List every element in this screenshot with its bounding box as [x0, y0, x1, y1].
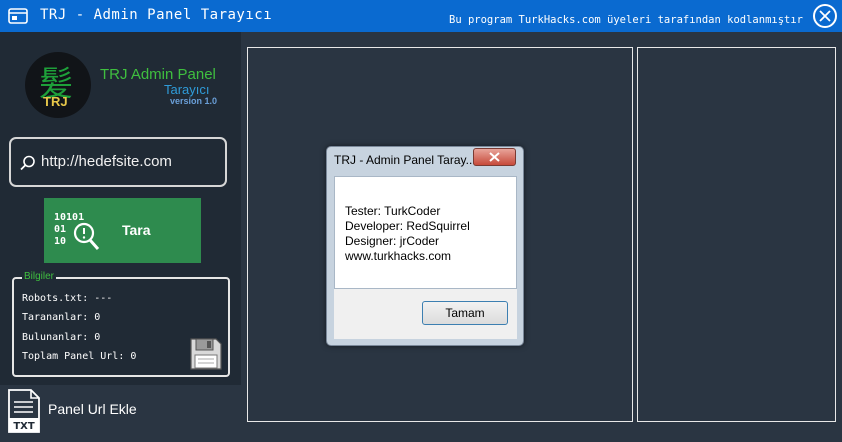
robots-status: Robots.txt: --- [22, 293, 113, 304]
logo-badge: TRJ [43, 94, 68, 109]
txt-file-icon: TXT [8, 389, 40, 433]
info-group: Bilgiler Robots.txt: --- Tarananlar: 0 B… [12, 271, 230, 377]
add-panel-url-label: Panel Url Ekle [48, 401, 137, 417]
dialog-designer: Designer: jrCoder [345, 234, 440, 248]
dialog-developer: Developer: RedSquirrel [345, 219, 470, 233]
dialog-tester: Tester: TurkCoder [345, 204, 441, 218]
close-icon [819, 10, 831, 22]
close-icon [489, 152, 500, 162]
app-icon [8, 8, 28, 24]
scan-button[interactable]: 10101 01 10 Tara [44, 198, 201, 263]
window-title: TRJ - Admin Panel Tarayıcı [40, 7, 273, 23]
ok-button[interactable]: Tamam [422, 301, 508, 325]
scanned-count: Tarananlar: 0 [22, 312, 101, 323]
binary-search-icon: 10101 01 10 [54, 212, 100, 250]
txt-icon-label: TXT [13, 421, 35, 432]
dialog-website: www.turkhacks.com [345, 249, 452, 263]
dialog-content: Tester: TurkCoder Developer: RedSquirrel… [334, 176, 517, 289]
url-input-box[interactable] [9, 137, 227, 187]
brand-version: version 1.0 [170, 96, 218, 106]
title-bar: TRJ - Admin Panel Tarayıcı Bu program Tu… [0, 0, 842, 32]
window-subtitle: Bu program TurkHacks.com üyeleri tarafın… [449, 14, 804, 26]
brand-name: TRJ Admin Panel [100, 66, 216, 83]
svg-text:10: 10 [54, 236, 66, 247]
sidebar: 髪 TRJ TRJ Admin Panel Tarayıcı version 1… [0, 32, 241, 442]
floppy-disk-icon[interactable] [189, 337, 223, 371]
info-legend: Bilgiler [22, 271, 57, 282]
scan-button-label: Tara [122, 222, 151, 238]
search-icon [20, 155, 35, 171]
brand-subname: Tarayıcı [164, 82, 210, 97]
logo: 髪 TRJ [25, 52, 91, 118]
total-panel-count: Toplam Panel Url: 0 [22, 351, 137, 362]
found-urls-panel[interactable] [637, 47, 836, 422]
about-dialog: TRJ - Admin Panel Taray... Tester: TurkC… [326, 146, 524, 346]
svg-text:01: 01 [54, 224, 66, 235]
found-count: Bulunanlar: 0 [22, 332, 101, 343]
dialog-title: TRJ - Admin Panel Taray... [334, 153, 476, 167]
dialog-close-button[interactable] [473, 148, 516, 166]
close-button[interactable] [813, 4, 837, 28]
add-panel-url-button[interactable]: TXT Panel Url Ekle [0, 385, 241, 442]
dialog-footer: Tamam [334, 289, 517, 339]
url-input[interactable] [41, 153, 221, 170]
svg-text:10101: 10101 [54, 212, 84, 223]
